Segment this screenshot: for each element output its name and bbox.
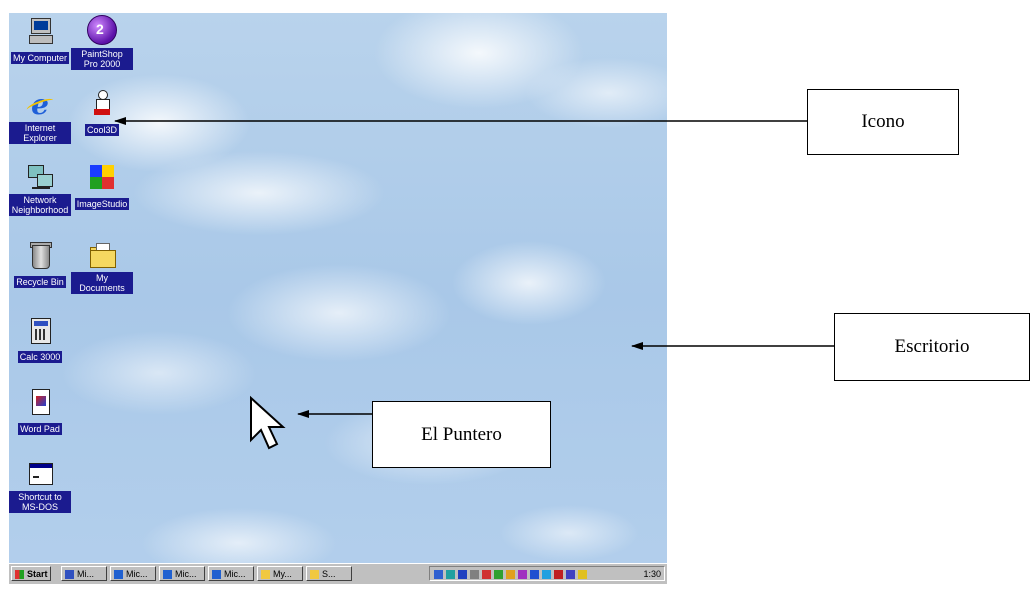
desktop-icon-network[interactable]: Network Neighborhood [9, 163, 71, 218]
callout-icono: Icono [807, 89, 959, 155]
taskbar-button[interactable]: S... [306, 566, 352, 581]
desktop-icon-calc[interactable]: Calc 3000 [9, 316, 71, 365]
tray-icon[interactable] [506, 570, 515, 580]
taskbar: Start Mi... Mic... Mic... Mic... My... S… [9, 563, 667, 584]
tray-icon[interactable] [470, 570, 479, 580]
desktop-icon-recycle-bin[interactable]: Recycle Bin [9, 241, 71, 290]
figure-icon [88, 89, 116, 117]
desktop-icon-ms-dos[interactable]: Shortcut to MS-DOS [9, 460, 71, 515]
start-label: Start [27, 569, 48, 579]
taskbar-button-label: Mi... [77, 569, 94, 579]
taskbar-button-label: My... [273, 569, 292, 579]
taskbar-button[interactable]: Mi... [61, 566, 107, 581]
desktop-icon-cool3d[interactable]: Cool3D [71, 89, 133, 138]
desktop-icon-my-computer[interactable]: My Computer [9, 17, 71, 66]
my-documents-icon [88, 241, 116, 269]
network-icon [26, 163, 54, 191]
taskbar-clock[interactable]: 1:30 [643, 567, 661, 581]
recycle-bin-icon [26, 241, 54, 269]
tray-icon[interactable] [494, 570, 503, 580]
tray-icon[interactable] [530, 570, 539, 580]
taskbar-button[interactable]: Mic... [208, 566, 254, 581]
desktop-icon-label: Word Pad [18, 423, 62, 435]
start-button[interactable]: Start [11, 566, 51, 581]
internet-explorer-icon: e [26, 91, 54, 119]
taskbar-button-label: S... [322, 569, 336, 579]
callout-puntero: El Puntero [372, 401, 551, 468]
app-icon [163, 570, 172, 579]
desktop[interactable]: My Computer 2 PaintShop Pro 2000 e Inter… [9, 13, 667, 584]
taskbar-button[interactable]: My... [257, 566, 303, 581]
tray-icon[interactable] [446, 570, 455, 580]
system-tray: 1:30 [429, 566, 665, 581]
taskbar-button-label: Mic... [126, 569, 148, 579]
desktop-icon-word-pad[interactable]: Word Pad [9, 388, 71, 437]
desktop-icon-label: ImageStudio [74, 198, 130, 210]
taskbar-button-label: Mic... [224, 569, 246, 579]
desktop-icon-label: My Documents [71, 272, 133, 294]
tray-icon[interactable] [458, 570, 467, 580]
document-icon [26, 388, 54, 416]
desktop-icon-label: Internet Explorer [9, 122, 71, 144]
ball-icon: 2 [87, 15, 117, 45]
app-icon [65, 570, 74, 579]
tray-icon[interactable] [554, 570, 563, 580]
taskbar-button[interactable]: Mic... [159, 566, 205, 581]
desktop-icon-my-documents[interactable]: My Documents [71, 241, 133, 296]
desktop-icon-label: Recycle Bin [14, 276, 66, 288]
desktop-icon-label: My Computer [10, 52, 69, 64]
tray-icon[interactable] [518, 570, 527, 580]
my-computer-icon [26, 17, 54, 45]
desktop-icon-label: PaintShop Pro 2000 [71, 48, 133, 70]
callout-escritorio: Escritorio [834, 313, 1030, 381]
tray-icon[interactable] [434, 570, 443, 580]
windows-logo-icon [15, 570, 24, 579]
desktop-icon-label: Network Neighborhood [9, 194, 71, 216]
taskbar-button-label: Mic... [175, 569, 197, 579]
app-icon [212, 570, 221, 579]
desktop-icon-label: Calc 3000 [17, 351, 63, 363]
window-icon [26, 460, 54, 488]
image-studio-icon [88, 163, 116, 191]
tray-icon[interactable] [578, 570, 587, 580]
desktop-icon-paintshop[interactable]: 2 PaintShop Pro 2000 [71, 15, 133, 72]
taskbar-button[interactable]: Mic... [110, 566, 156, 581]
folder-icon [261, 570, 270, 579]
desktop-icon-label: Cool3D [84, 124, 119, 136]
desktop-icon-image-studio[interactable]: ImageStudio [71, 163, 133, 212]
folder-icon [310, 570, 319, 579]
calculator-icon [26, 316, 54, 344]
tray-icon[interactable] [542, 570, 551, 580]
desktop-icon-label: Shortcut to MS-DOS [9, 491, 71, 513]
mouse-pointer-icon [250, 395, 286, 450]
tray-icon[interactable] [566, 570, 575, 580]
app-icon [114, 570, 123, 579]
tray-icon[interactable] [482, 570, 491, 580]
desktop-icon-internet-explorer[interactable]: e Internet Explorer [9, 91, 71, 146]
